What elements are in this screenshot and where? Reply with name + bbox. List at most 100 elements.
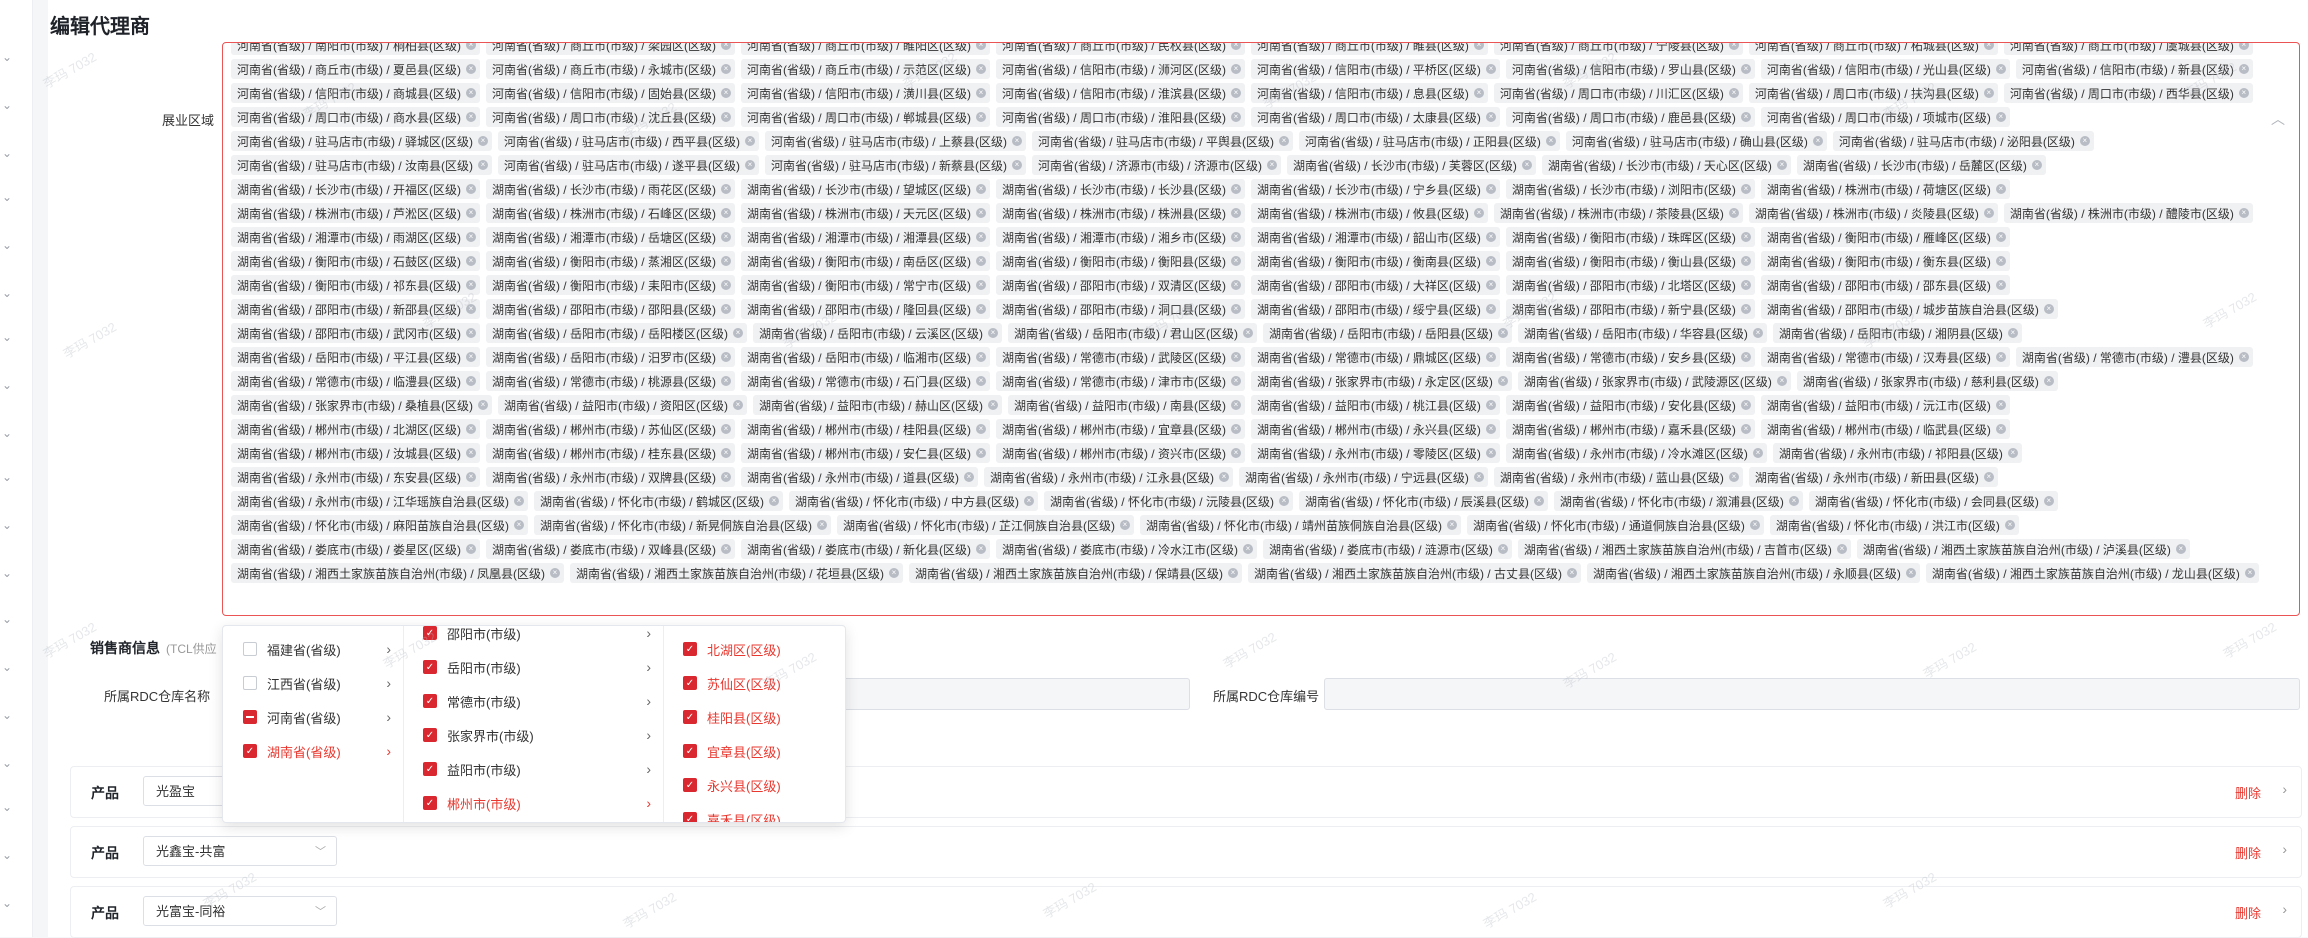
checkbox[interactable]: ✓ <box>423 762 437 776</box>
region-multiselect[interactable]: 河南省(省级) / 南阳市(市级) / 桐柏县(区级) × 河南省(省级) / 商丘… <box>222 42 2300 616</box>
remove-tag-icon[interactable]: × <box>2043 304 2054 314</box>
delete-product-link[interactable]: 删除 <box>2235 783 2261 802</box>
rdc-code-input[interactable] <box>1324 678 2300 710</box>
remove-tag-icon[interactable]: × <box>1485 400 1496 410</box>
remove-tag-icon[interactable]: × <box>720 208 731 218</box>
remove-tag-icon[interactable]: × <box>720 88 731 98</box>
nav-chevron-icon[interactable]: ⌄ <box>0 470 14 484</box>
remove-tag-icon[interactable]: × <box>465 352 476 362</box>
city-option[interactable]: ✓ 张家界市(市级) › <box>403 718 663 752</box>
collapse-chevron-icon[interactable]: ︿ <box>2271 109 2285 129</box>
district-option[interactable]: ✓ 苏仙区(区级) <box>663 666 845 700</box>
nav-chevron-icon[interactable]: ⌄ <box>0 756 14 770</box>
city-option[interactable]: ✓ 郴州市(市级) › <box>403 786 663 820</box>
remove-tag-icon[interactable]: × <box>720 256 731 266</box>
remove-tag-icon[interactable]: × <box>465 280 476 290</box>
remove-tag-icon[interactable]: × <box>465 88 476 98</box>
remove-tag-icon[interactable]: × <box>744 160 755 170</box>
nav-chevron-icon[interactable]: ⌄ <box>0 426 14 440</box>
chevron-right-icon[interactable]: › <box>2282 901 2287 917</box>
remove-tag-icon[interactable]: × <box>1497 376 1508 386</box>
checkbox[interactable] <box>243 710 257 724</box>
remove-tag-icon[interactable]: × <box>2079 136 2090 146</box>
product-select[interactable]: 光鑫宝-共富 ﹀ <box>143 836 337 866</box>
checkbox[interactable]: ✓ <box>423 694 437 708</box>
remove-tag-icon[interactable]: × <box>2238 88 2249 98</box>
remove-tag-icon[interactable]: × <box>1812 136 1823 146</box>
remove-tag-icon[interactable]: × <box>1278 496 1289 506</box>
checkbox[interactable]: ✓ <box>683 710 697 724</box>
remove-tag-icon[interactable]: × <box>975 43 986 50</box>
remove-tag-icon[interactable]: × <box>477 400 488 410</box>
remove-tag-icon[interactable]: × <box>888 568 899 578</box>
remove-tag-icon[interactable]: × <box>963 472 974 482</box>
remove-tag-icon[interactable]: × <box>2007 448 2018 458</box>
remove-tag-icon[interactable]: × <box>975 304 986 314</box>
remove-tag-icon[interactable]: × <box>1230 304 1241 314</box>
remove-tag-icon[interactable]: × <box>1497 544 1508 554</box>
remove-tag-icon[interactable]: × <box>477 160 488 170</box>
remove-tag-icon[interactable]: × <box>975 376 986 386</box>
remove-tag-icon[interactable]: × <box>1230 376 1241 386</box>
checkbox[interactable]: ✓ <box>423 626 437 640</box>
remove-tag-icon[interactable]: × <box>1473 43 1484 50</box>
remove-tag-icon[interactable]: × <box>2043 496 2054 506</box>
remove-tag-icon[interactable]: × <box>1485 232 1496 242</box>
remove-tag-icon[interactable]: × <box>975 256 986 266</box>
remove-tag-icon[interactable]: × <box>1230 256 1241 266</box>
remove-tag-icon[interactable]: × <box>1485 424 1496 434</box>
remove-tag-icon[interactable]: × <box>465 112 476 122</box>
remove-tag-icon[interactable]: × <box>1485 256 1496 266</box>
remove-tag-icon[interactable]: × <box>465 472 476 482</box>
remove-tag-icon[interactable]: × <box>1230 64 1241 74</box>
remove-tag-icon[interactable]: × <box>975 184 986 194</box>
remove-tag-icon[interactable]: × <box>1023 496 1034 506</box>
city-option[interactable]: ✓ 常德市(市级) › <box>403 684 663 718</box>
remove-tag-icon[interactable]: × <box>465 376 476 386</box>
remove-tag-icon[interactable]: × <box>1485 64 1496 74</box>
nav-chevron-icon[interactable]: ⌄ <box>0 50 14 64</box>
remove-tag-icon[interactable]: × <box>1905 568 1916 578</box>
nav-chevron-icon[interactable]: ⌄ <box>0 378 14 392</box>
remove-tag-icon[interactable]: × <box>720 304 731 314</box>
remove-tag-icon[interactable]: × <box>1995 232 2006 242</box>
remove-tag-icon[interactable]: × <box>768 496 779 506</box>
remove-tag-icon[interactable]: × <box>1230 43 1241 50</box>
remove-tag-icon[interactable]: × <box>1485 352 1496 362</box>
remove-tag-icon[interactable]: × <box>1230 424 1241 434</box>
remove-tag-icon[interactable]: × <box>1533 496 1544 506</box>
remove-tag-icon[interactable]: × <box>1983 208 1994 218</box>
remove-tag-icon[interactable]: × <box>1218 472 1229 482</box>
remove-tag-icon[interactable]: × <box>1485 184 1496 194</box>
nav-chevron-icon[interactable]: ⌄ <box>0 330 14 344</box>
remove-tag-icon[interactable]: × <box>1740 304 1751 314</box>
remove-tag-icon[interactable]: × <box>2175 544 2186 554</box>
remove-tag-icon[interactable]: × <box>1740 232 1751 242</box>
checkbox[interactable] <box>243 642 257 656</box>
nav-chevron-icon[interactable]: ⌄ <box>0 518 14 532</box>
city-option[interactable]: ✓ 岳阳市(市级) › <box>403 650 663 684</box>
remove-tag-icon[interactable]: × <box>1485 112 1496 122</box>
remove-tag-icon[interactable]: × <box>1740 184 1751 194</box>
remove-tag-icon[interactable]: × <box>1230 352 1241 362</box>
remove-tag-icon[interactable]: × <box>1740 112 1751 122</box>
remove-tag-icon[interactable]: × <box>720 448 731 458</box>
remove-tag-icon[interactable]: × <box>975 208 986 218</box>
checkbox[interactable]: ✓ <box>243 744 257 758</box>
remove-tag-icon[interactable]: × <box>975 448 986 458</box>
remove-tag-icon[interactable]: × <box>1227 568 1238 578</box>
remove-tag-icon[interactable]: × <box>2031 160 2042 170</box>
remove-tag-icon[interactable]: × <box>1728 472 1739 482</box>
remove-tag-icon[interactable]: × <box>1230 88 1241 98</box>
nav-chevron-icon[interactable]: ⌄ <box>0 190 14 204</box>
checkbox[interactable]: ✓ <box>683 812 697 822</box>
remove-tag-icon[interactable]: × <box>1995 400 2006 410</box>
remove-tag-icon[interactable]: × <box>1485 304 1496 314</box>
remove-tag-icon[interactable]: × <box>1740 400 1751 410</box>
remove-tag-icon[interactable]: × <box>1836 544 1847 554</box>
checkbox[interactable]: ✓ <box>683 744 697 758</box>
remove-tag-icon[interactable]: × <box>2004 520 2015 530</box>
checkbox[interactable]: ✓ <box>423 660 437 674</box>
remove-tag-icon[interactable]: × <box>1011 136 1022 146</box>
nav-chevron-icon[interactable]: ⌄ <box>0 660 14 674</box>
